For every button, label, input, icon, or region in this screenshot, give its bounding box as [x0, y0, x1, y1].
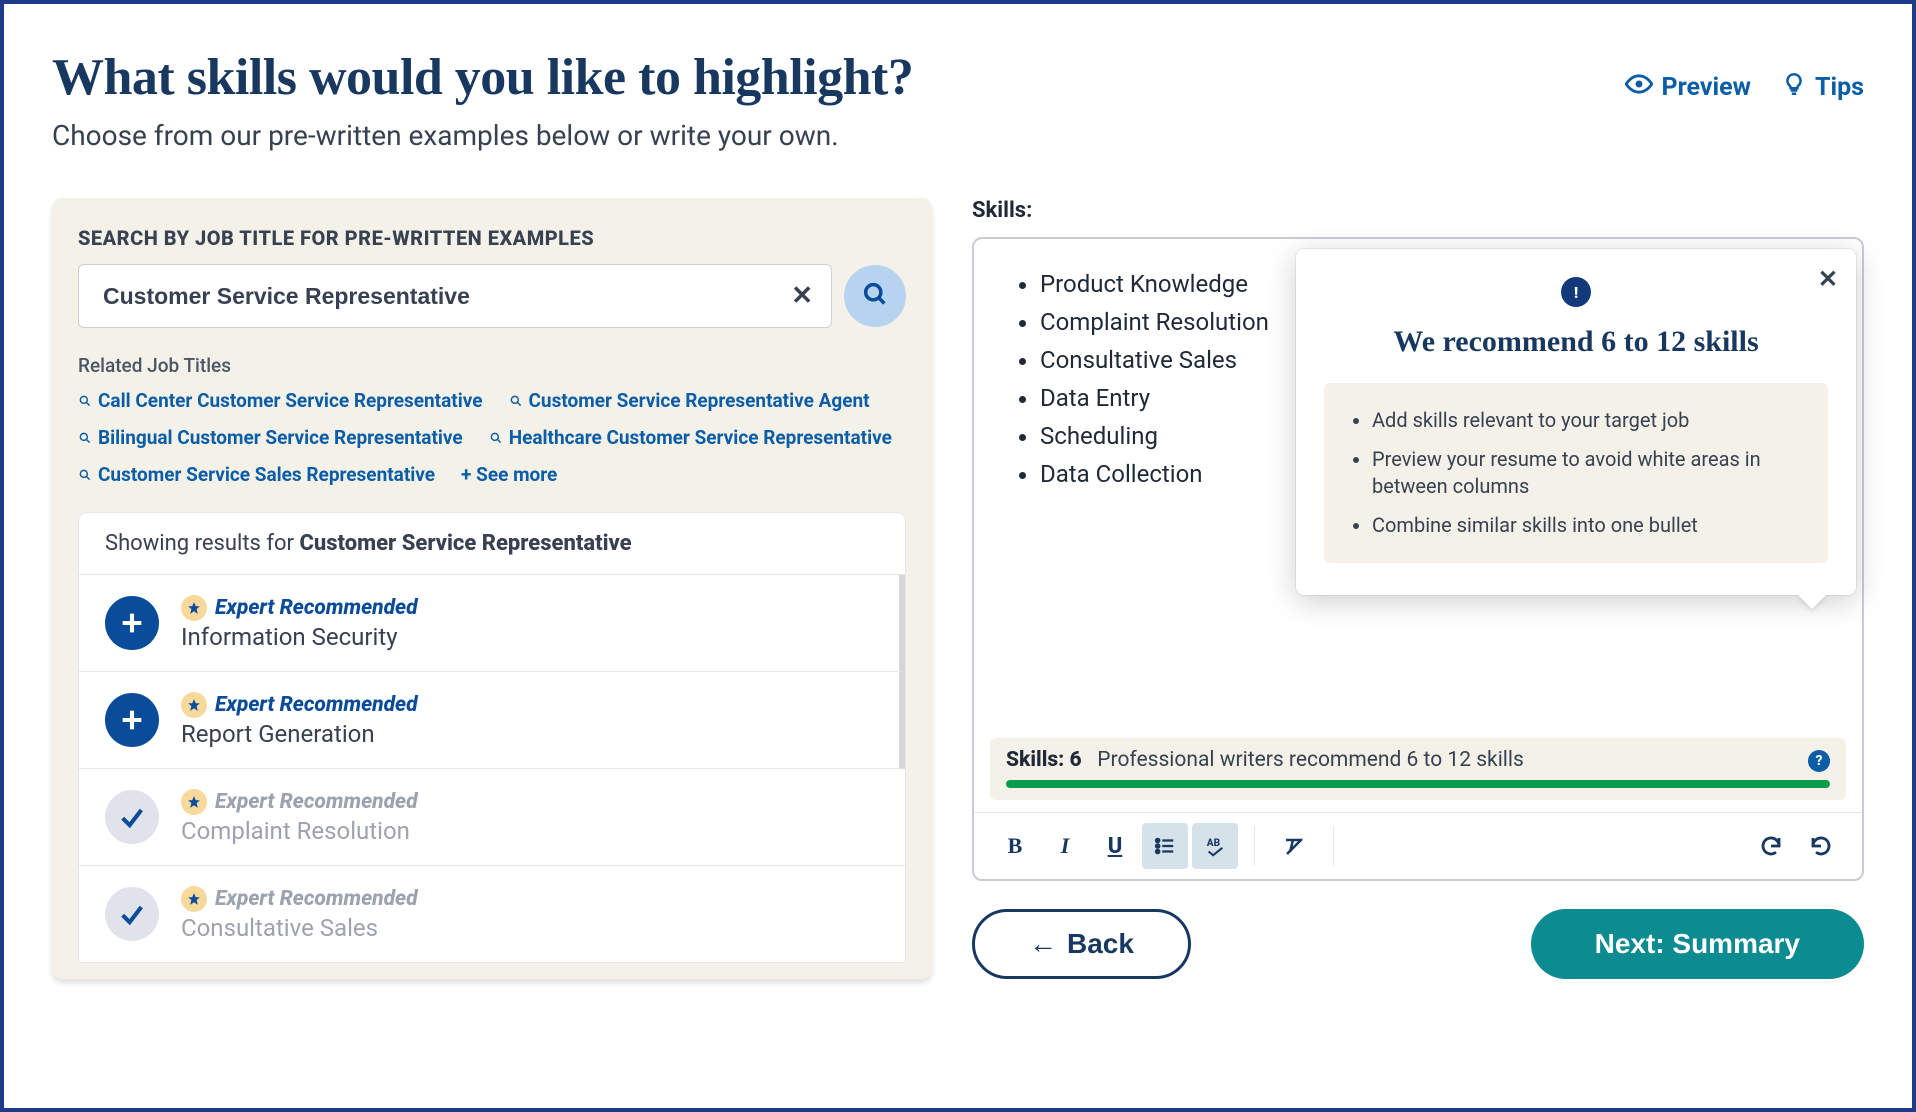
- popover-tip: Preview your resume to avoid white areas…: [1372, 440, 1806, 506]
- result-row: Expert Recommended Consultative Sales: [79, 866, 905, 962]
- expert-recommended-label: Expert Recommended: [215, 790, 418, 814]
- bold-button[interactable]: B: [992, 823, 1038, 869]
- page-subtitle: Choose from our pre-written examples bel…: [52, 119, 913, 152]
- related-title-link[interactable]: Customer Service Sales Representative: [78, 463, 435, 486]
- spellcheck-button[interactable]: AB: [1192, 823, 1238, 869]
- search-label: SEARCH BY JOB TITLE FOR PRE-WRITTEN EXAM…: [78, 226, 906, 250]
- related-title-text: Customer Service Sales Representative: [98, 463, 435, 486]
- star-icon: [181, 595, 207, 621]
- recommendation-popover: ✕ ! We recommend 6 to 12 skills Add skil…: [1296, 249, 1856, 595]
- tips-button[interactable]: Tips: [1781, 71, 1864, 104]
- search-icon: [861, 280, 889, 312]
- see-more-link[interactable]: + See more: [461, 463, 557, 486]
- result-title: Information Security: [181, 623, 418, 651]
- result-row: Expert Recommended Information Security: [79, 575, 905, 672]
- results-header: Showing results for Customer Service Rep…: [79, 513, 905, 575]
- redo-button[interactable]: [1798, 823, 1844, 869]
- related-titles-label: Related Job Titles: [78, 354, 906, 377]
- clear-search-icon[interactable]: ✕: [791, 281, 813, 311]
- related-title-text: Bilingual Customer Service Representativ…: [98, 426, 463, 449]
- skill-added-button[interactable]: [105, 887, 159, 941]
- expert-recommended-label: Expert Recommended: [215, 596, 418, 620]
- info-icon: !: [1561, 277, 1591, 307]
- skills-section-label: Skills:: [972, 198, 1864, 223]
- related-title-link[interactable]: Bilingual Customer Service Representativ…: [78, 426, 463, 449]
- underline-button[interactable]: U: [1092, 823, 1138, 869]
- add-skill-button[interactable]: [105, 596, 159, 650]
- arrow-left-icon: ←: [1029, 928, 1057, 960]
- popover-tip: Combine similar skills into one bullet: [1372, 506, 1806, 545]
- eye-icon: [1625, 70, 1653, 105]
- popover-tip: Add skills relevant to your target job: [1372, 401, 1806, 440]
- skills-count-status: Skills: 6 Professional writers recommend…: [990, 738, 1846, 800]
- tips-label: Tips: [1815, 73, 1864, 102]
- star-icon: [181, 789, 207, 815]
- next-button[interactable]: Next: Summary: [1531, 909, 1864, 979]
- svg-text:AB: AB: [1207, 838, 1221, 849]
- search-button[interactable]: [844, 265, 906, 327]
- search-panel: SEARCH BY JOB TITLE FOR PRE-WRITTEN EXAM…: [52, 198, 932, 979]
- skill-added-button[interactable]: [105, 790, 159, 844]
- back-button[interactable]: ← Back: [972, 909, 1191, 979]
- star-icon: [181, 692, 207, 718]
- related-title-link[interactable]: Healthcare Customer Service Representati…: [489, 426, 892, 449]
- close-icon[interactable]: ✕: [1818, 265, 1838, 293]
- related-title-text: Call Center Customer Service Representat…: [98, 389, 483, 412]
- result-title: Report Generation: [181, 720, 418, 748]
- related-title-link[interactable]: Call Center Customer Service Representat…: [78, 389, 483, 412]
- results-list: Showing results for Customer Service Rep…: [78, 512, 906, 963]
- related-title-link[interactable]: Customer Service Representative Agent: [509, 389, 870, 412]
- related-title-text: Customer Service Representative Agent: [529, 389, 870, 412]
- preview-label: Preview: [1661, 73, 1751, 102]
- popover-title: We recommend 6 to 12 skills: [1324, 325, 1828, 359]
- page-title: What skills would you like to highlight?: [52, 48, 913, 107]
- italic-button[interactable]: I: [1042, 823, 1088, 869]
- expert-recommended-label: Expert Recommended: [215, 887, 418, 911]
- preview-button[interactable]: Preview: [1625, 70, 1751, 105]
- undo-button[interactable]: [1748, 823, 1794, 869]
- editor-toolbar: B I U AB: [974, 812, 1862, 879]
- star-icon: [181, 886, 207, 912]
- lightbulb-icon: [1781, 71, 1807, 104]
- job-title-input[interactable]: [103, 283, 791, 310]
- result-row: Expert Recommended Report Generation: [79, 672, 905, 769]
- clear-formatting-button[interactable]: [1271, 823, 1317, 869]
- related-title-text: Healthcare Customer Service Representati…: [509, 426, 892, 449]
- result-title: Consultative Sales: [181, 914, 418, 942]
- skills-editor[interactable]: Product Knowledge Complaint Resolution C…: [972, 237, 1864, 881]
- bullet-list-button[interactable]: [1142, 823, 1188, 869]
- expert-recommended-label: Expert Recommended: [215, 693, 418, 717]
- help-icon[interactable]: ?: [1808, 750, 1830, 772]
- result-row: Expert Recommended Complaint Resolution: [79, 769, 905, 866]
- skills-progress-bar: [1006, 780, 1830, 788]
- add-skill-button[interactable]: [105, 693, 159, 747]
- result-title: Complaint Resolution: [181, 817, 418, 845]
